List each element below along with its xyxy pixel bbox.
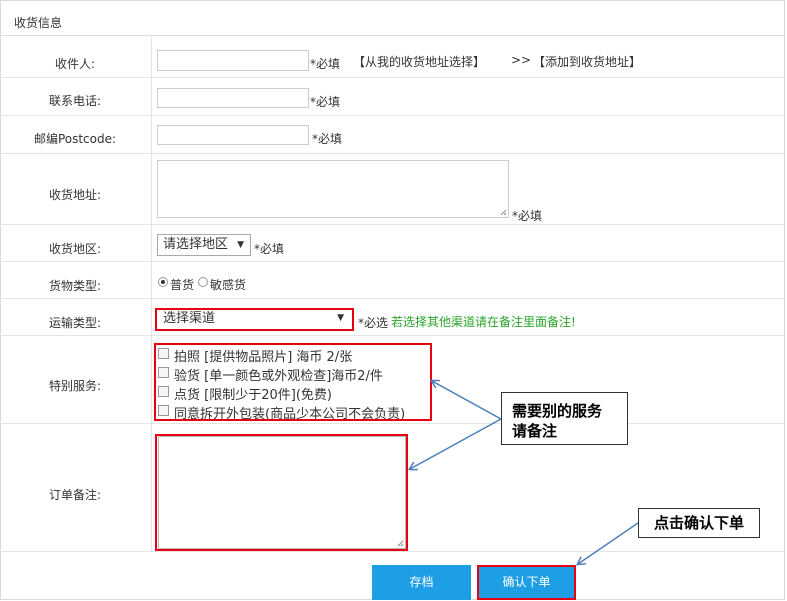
arrow-to-order-remark (410, 418, 502, 469)
arrow-to-special-services (432, 381, 502, 420)
arrow-to-confirm-button (578, 522, 639, 564)
callout-arrows (0, 0, 639, 601)
